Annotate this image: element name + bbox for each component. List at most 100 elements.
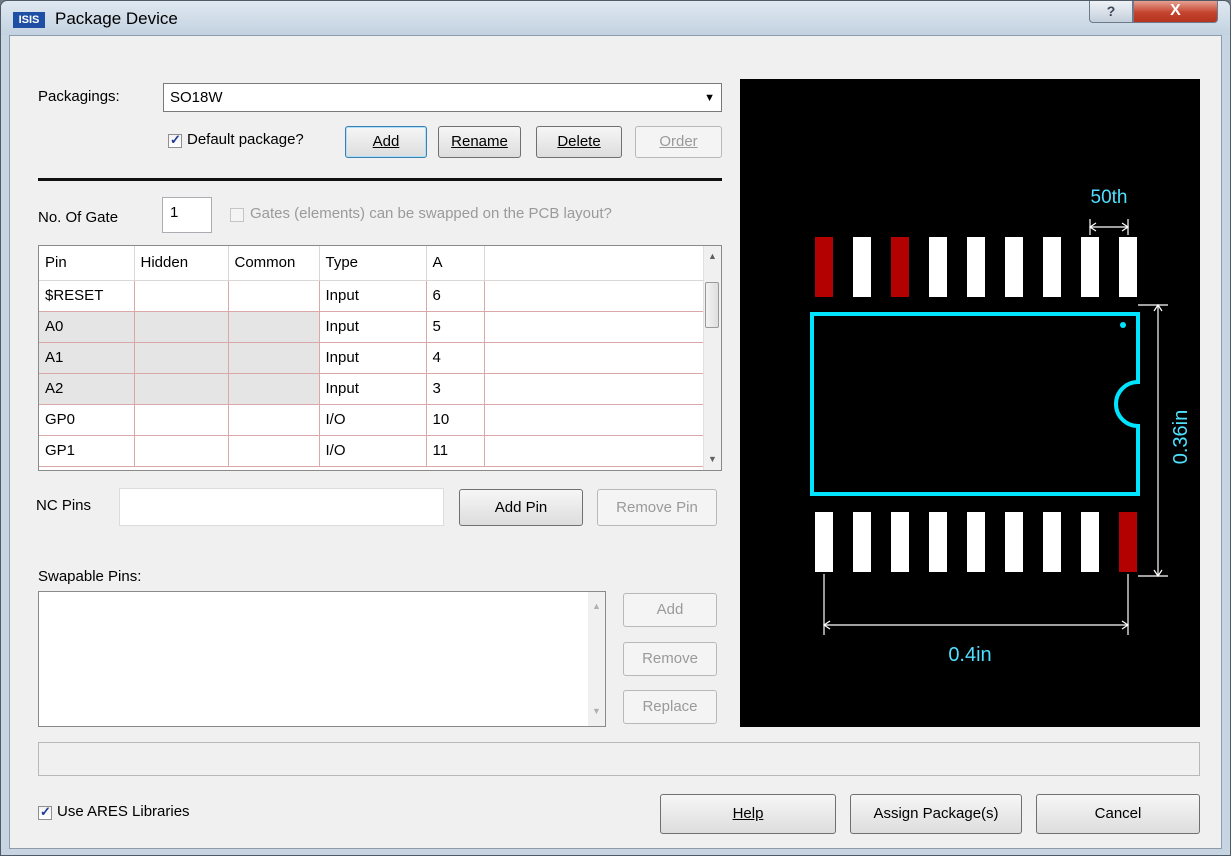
packagings-select[interactable]: SO18W ▼ bbox=[163, 83, 722, 112]
order-button[interactable]: Order bbox=[635, 126, 722, 158]
header-blank[interactable] bbox=[484, 246, 707, 281]
gates-swap-label: Gates (elements) can be swapped on the P… bbox=[250, 205, 612, 222]
assign-packages-button[interactable]: Assign Package(s) bbox=[850, 794, 1022, 834]
pad bbox=[1081, 237, 1099, 297]
table-row[interactable]: A1 Input 4 bbox=[39, 342, 707, 374]
swap-add-button[interactable]: Add bbox=[623, 593, 717, 627]
delete-label: Delete bbox=[557, 133, 601, 150]
add-pin-button[interactable]: Add Pin bbox=[459, 489, 583, 526]
cell-hidden[interactable] bbox=[134, 373, 229, 405]
cell-type[interactable]: Input bbox=[319, 342, 427, 374]
table-row[interactable]: GP0 I/O 10 bbox=[39, 404, 707, 436]
cell-type[interactable]: Input bbox=[319, 280, 427, 312]
cell-a[interactable]: 3 bbox=[426, 373, 485, 405]
delete-button[interactable]: Delete bbox=[536, 126, 622, 158]
close-icon: X bbox=[1170, 2, 1181, 19]
cell-hidden[interactable] bbox=[134, 280, 229, 312]
cell-hidden[interactable] bbox=[134, 311, 229, 343]
cell-blank[interactable] bbox=[484, 404, 707, 436]
cancel-button[interactable]: Cancel bbox=[1036, 794, 1200, 834]
add-package-button[interactable]: Add bbox=[345, 126, 427, 158]
add-label: Add bbox=[372, 133, 400, 150]
cell-a[interactable]: 10 bbox=[426, 404, 485, 436]
cell-a[interactable]: 11 bbox=[426, 435, 485, 467]
dim-pitch-text: 50th bbox=[1091, 187, 1128, 208]
header-hidden[interactable]: Hidden bbox=[134, 246, 229, 281]
cell-pin[interactable]: $RESET bbox=[39, 280, 135, 312]
scroll-up-icon[interactable]: ▲ bbox=[588, 598, 605, 615]
pad bbox=[1005, 237, 1023, 297]
swap-replace-button[interactable]: Replace bbox=[623, 690, 717, 724]
pin-table[interactable]: Pin Hidden Common Type A $RESET Input 6 bbox=[38, 245, 722, 471]
cell-pin[interactable]: GP1 bbox=[39, 435, 135, 467]
swapable-pins-list[interactable]: ▲ ▼ bbox=[38, 591, 606, 727]
cell-common[interactable] bbox=[228, 311, 320, 343]
pad-highlight bbox=[815, 237, 833, 297]
title-bar[interactable]: ISIS Package Device ? X bbox=[1, 1, 1230, 35]
use-ares-checkbox[interactable] bbox=[38, 804, 52, 820]
pad-highlight bbox=[891, 237, 909, 297]
header-a[interactable]: A bbox=[426, 246, 485, 281]
cell-blank[interactable] bbox=[484, 280, 707, 312]
help-title-button[interactable]: ? bbox=[1089, 1, 1133, 23]
default-package-checkbox[interactable] bbox=[168, 132, 182, 148]
cell-common[interactable] bbox=[228, 404, 320, 436]
cell-type[interactable]: Input bbox=[319, 373, 427, 405]
cell-hidden[interactable] bbox=[134, 435, 229, 467]
pad bbox=[1043, 512, 1061, 572]
remove-pin-button[interactable]: Remove Pin bbox=[597, 489, 717, 526]
cell-common[interactable] bbox=[228, 280, 320, 312]
dropdown-arrow-icon[interactable]: ▼ bbox=[704, 92, 715, 104]
table-row[interactable]: A0 Input 5 bbox=[39, 311, 707, 343]
table-row[interactable]: GP1 I/O 11 bbox=[39, 435, 707, 467]
swapable-pins-label: Swapable Pins: bbox=[38, 568, 142, 585]
cell-a[interactable]: 4 bbox=[426, 342, 485, 374]
cell-pin[interactable]: A2 bbox=[39, 373, 135, 405]
nc-pins-input[interactable] bbox=[119, 488, 444, 526]
gates-value: 1 bbox=[170, 204, 179, 221]
swapable-scrollbar[interactable]: ▲ ▼ bbox=[588, 592, 605, 726]
cell-common[interactable] bbox=[228, 435, 320, 467]
cell-type[interactable]: I/O bbox=[319, 404, 427, 436]
gates-input[interactable]: 1 bbox=[162, 197, 212, 233]
cell-blank[interactable] bbox=[484, 373, 707, 405]
scroll-down-icon[interactable]: ▼ bbox=[588, 703, 605, 720]
cell-blank[interactable] bbox=[484, 342, 707, 374]
table-row[interactable]: A2 Input 3 bbox=[39, 373, 707, 405]
cell-type[interactable]: I/O bbox=[319, 435, 427, 467]
swap-add-label: Add bbox=[656, 601, 684, 618]
swap-remove-button[interactable]: Remove bbox=[623, 642, 717, 676]
pad bbox=[891, 512, 909, 572]
scroll-thumb[interactable] bbox=[705, 282, 719, 328]
cell-common[interactable] bbox=[228, 373, 320, 405]
cell-type[interactable]: Input bbox=[319, 311, 427, 343]
cell-blank[interactable] bbox=[484, 435, 707, 467]
cell-common[interactable] bbox=[228, 342, 320, 374]
pin-table-scrollbar[interactable]: ▲ ▼ bbox=[703, 246, 721, 470]
scroll-up-icon[interactable]: ▲ bbox=[704, 248, 721, 265]
gates-swap-checkbox[interactable] bbox=[230, 208, 244, 222]
header-common[interactable]: Common bbox=[228, 246, 320, 281]
cell-a[interactable]: 6 bbox=[426, 280, 485, 312]
cell-pin[interactable]: A1 bbox=[39, 342, 135, 374]
pad bbox=[929, 512, 947, 572]
pin1-dot bbox=[1120, 322, 1126, 328]
cell-blank[interactable] bbox=[484, 311, 707, 343]
table-row[interactable]: $RESET Input 6 bbox=[39, 280, 707, 312]
packagings-value: SO18W bbox=[170, 89, 223, 106]
cell-pin[interactable]: GP0 bbox=[39, 404, 135, 436]
pad bbox=[853, 512, 871, 572]
cell-a[interactable]: 5 bbox=[426, 311, 485, 343]
use-ares-label: Use ARES Libraries bbox=[57, 803, 190, 820]
help-button[interactable]: Help bbox=[660, 794, 836, 834]
add-pin-label: Add Pin bbox=[494, 499, 548, 516]
scroll-down-icon[interactable]: ▼ bbox=[704, 451, 721, 468]
close-button[interactable]: X bbox=[1133, 1, 1218, 23]
header-pin[interactable]: Pin bbox=[39, 246, 135, 281]
cell-hidden[interactable] bbox=[134, 342, 229, 374]
pad bbox=[1005, 512, 1023, 572]
rename-button[interactable]: Rename bbox=[438, 126, 521, 158]
header-type[interactable]: Type bbox=[319, 246, 427, 281]
cell-hidden[interactable] bbox=[134, 404, 229, 436]
cell-pin[interactable]: A0 bbox=[39, 311, 135, 343]
